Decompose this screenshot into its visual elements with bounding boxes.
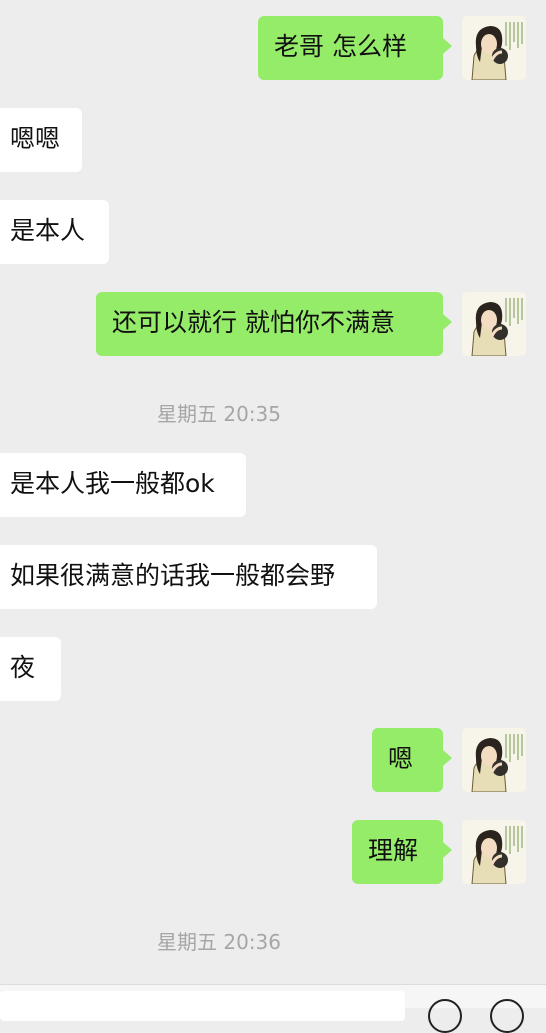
avatar-icon[interactable] bbox=[462, 820, 526, 884]
message-input[interactable] bbox=[0, 991, 405, 1021]
message-bubble[interactable]: 嗯 bbox=[372, 728, 452, 792]
avatar-icon[interactable] bbox=[462, 292, 526, 356]
message-bubble[interactable]: 夜 bbox=[0, 637, 61, 701]
add-icon[interactable] bbox=[490, 999, 524, 1033]
message-bubble[interactable]: 如果很满意的话我一般都会野 bbox=[0, 545, 377, 609]
avatar-icon[interactable] bbox=[462, 16, 526, 80]
message-bubble[interactable]: 是本人 bbox=[0, 200, 109, 264]
input-bar bbox=[0, 984, 546, 1033]
message-bubble[interactable]: 老哥 怎么样 bbox=[258, 16, 452, 80]
message-bubble[interactable]: 是本人我一般都ok bbox=[0, 453, 246, 517]
timestamp: 星期五 20:36 bbox=[157, 930, 281, 954]
message-bubble[interactable]: 还可以就行 就怕你不满意 bbox=[96, 292, 452, 356]
message-bubble[interactable]: 嗯嗯 bbox=[0, 108, 82, 172]
message-bubble[interactable]: 理解 bbox=[352, 820, 452, 884]
avatar-icon[interactable] bbox=[462, 728, 526, 792]
emoji-icon[interactable] bbox=[428, 999, 462, 1033]
timestamp: 星期五 20:35 bbox=[157, 402, 281, 426]
